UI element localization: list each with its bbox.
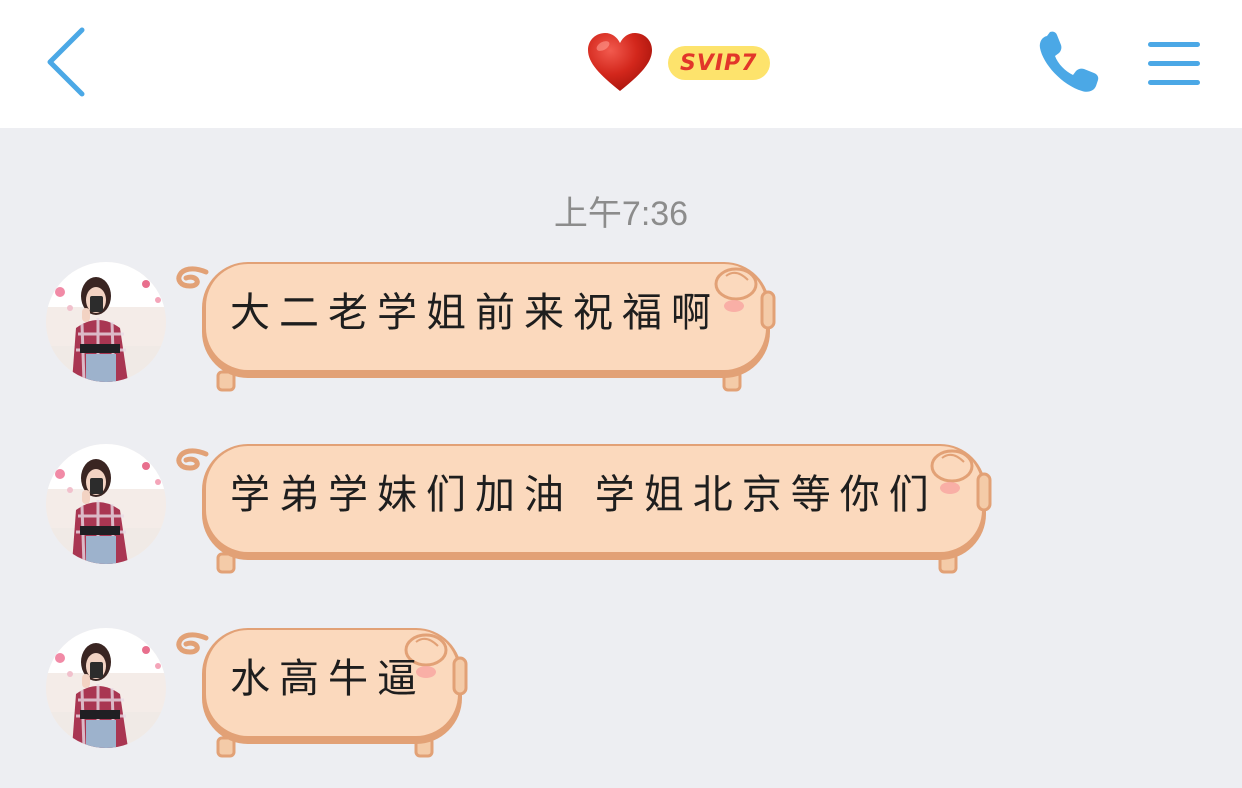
- phone-icon: [1039, 31, 1099, 92]
- message-row: 大二老学姐前来祝福啊: [0, 128, 1242, 392]
- heart-icon: [586, 31, 654, 95]
- avatar[interactable]: [46, 628, 166, 748]
- navigation-bar: SVIP7: [0, 0, 1242, 128]
- message-text: 水高牛逼: [230, 656, 426, 702]
- svip-badge-label: SVIP7: [680, 50, 758, 76]
- call-button[interactable]: [1034, 30, 1104, 96]
- chat-title[interactable]: SVIP7: [586, 28, 770, 98]
- chevron-left-icon: [47, 27, 85, 97]
- svip-badge: SVIP7: [668, 46, 770, 80]
- message-row: 水高牛逼: [0, 494, 1242, 758]
- back-button[interactable]: [40, 24, 96, 100]
- menu-button[interactable]: [1146, 40, 1202, 88]
- message-row: 学弟学妹们加油 学姐北京等你们: [0, 310, 1242, 574]
